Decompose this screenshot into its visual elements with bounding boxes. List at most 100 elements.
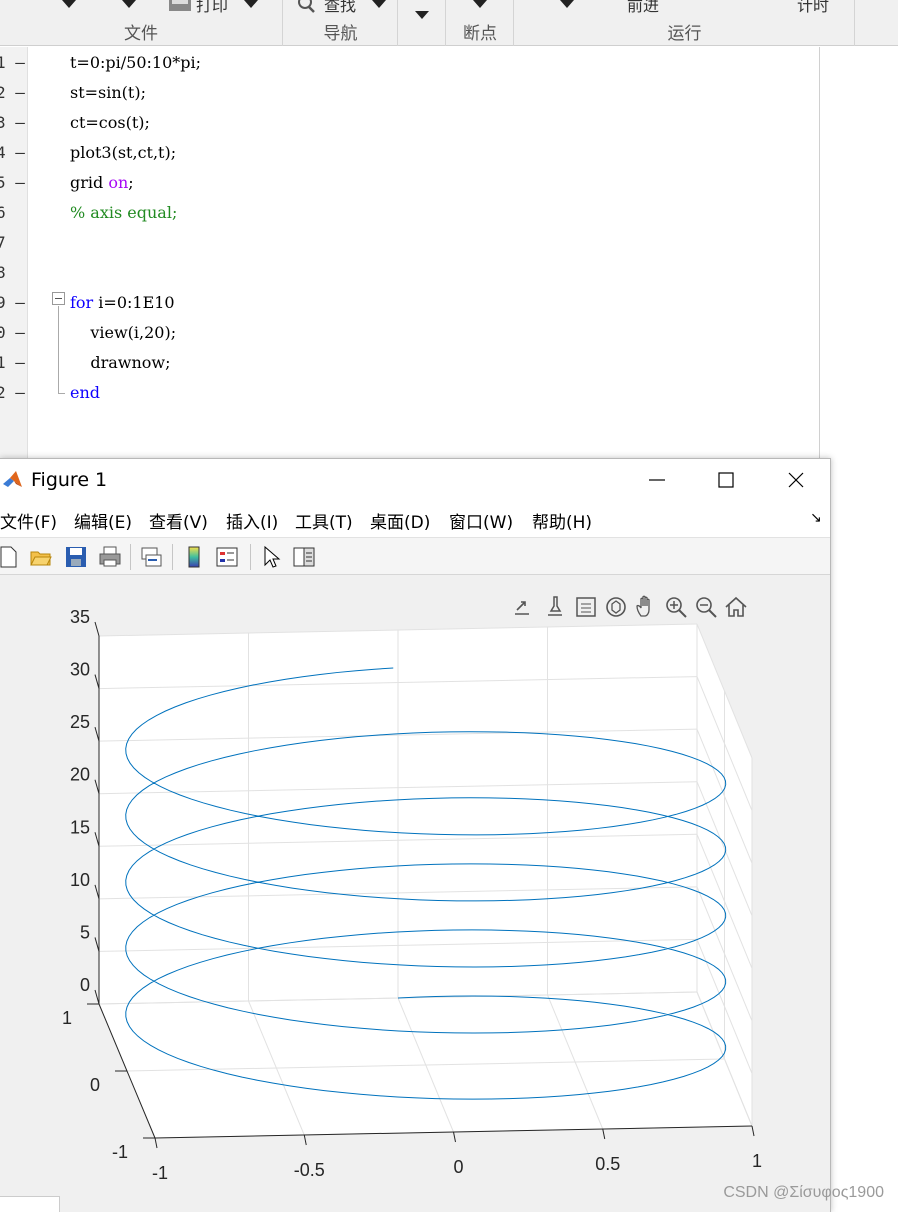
menu-window[interactable]: 窗口(W) [449, 508, 513, 533]
line-number: 0 — [0, 323, 25, 342]
line-number: 5 — [0, 173, 25, 192]
code-line[interactable]: plot3(st,ct,t); [70, 143, 176, 162]
z-tick-mark [94, 989, 100, 1005]
code-line[interactable]: view(i,20); [70, 323, 176, 342]
code-fold-toggle[interactable] [52, 292, 65, 305]
code-line[interactable]: grid on; [70, 173, 134, 192]
keyword: end [70, 383, 101, 402]
plot3-axes[interactable]: -1 -0.5 0 0.5 1-10105101520253035 [0, 576, 830, 1212]
x-tick-label: 1 [752, 1151, 762, 1171]
dropdown-arrow-icon[interactable] [244, 0, 258, 8]
run-section: 前进 计时 运行 [515, 0, 855, 46]
section-label: 导航 [323, 24, 358, 44]
file-section: 打印 文件 [0, 0, 283, 46]
line-number-gutter: 1 — 2 — 3 — 4 — 5 — 6 7 8 9 — 0 — 1 — 2 … [0, 47, 28, 467]
menu-help[interactable]: 帮助(H) [532, 508, 592, 533]
figure-toolbar [0, 537, 830, 575]
line-number: 9 — [0, 293, 25, 312]
line-number: 1 — [0, 353, 25, 372]
code-text: ; [128, 173, 134, 192]
code-line[interactable]: % axis equal; [70, 203, 177, 222]
search-icon [298, 0, 315, 13]
y-tick-label: -1 [112, 1142, 128, 1162]
menu-view[interactable]: 查看(V) [149, 508, 208, 533]
x-tick-label: -0.5 [294, 1160, 325, 1180]
maximize-button[interactable] [691, 459, 761, 501]
menu-desktop[interactable]: 桌面(D) [370, 508, 430, 533]
extra-section [399, 0, 446, 46]
menu-insert[interactable]: 插入(I) [226, 508, 278, 533]
z-tick-mark [94, 727, 100, 742]
close-button[interactable] [761, 459, 831, 501]
code-text: grid [70, 173, 109, 192]
watermark: CSDN @Σίσυφος1900 [723, 1184, 884, 1201]
code-line[interactable]: end [70, 383, 100, 402]
line-number: 3 — [0, 113, 25, 132]
line-number: 2 — [0, 83, 25, 102]
save-icon[interactable] [64, 545, 88, 569]
line-number: 4 — [0, 143, 25, 162]
dropdown-arrow-icon[interactable] [560, 0, 574, 8]
menu-edit[interactable]: 编辑(E) [74, 508, 132, 533]
dropdown-arrow-icon[interactable] [372, 0, 386, 8]
property-inspector-icon[interactable] [292, 545, 316, 569]
minimize-button[interactable] [622, 459, 692, 501]
z-tick-label: 10 [70, 870, 90, 890]
x-tick-label: -1 [152, 1163, 168, 1183]
x-tick-mark [751, 1125, 755, 1137]
fold-guide [58, 393, 65, 394]
dropdown-arrow-icon[interactable] [473, 0, 487, 8]
matlab-toolstrip: 打印 文件 查找 导航 断点 前进 计时 运行 [0, 0, 898, 46]
dropdown-arrow-icon[interactable] [415, 11, 429, 19]
figure-title-bar[interactable]: Figure 1 [0, 459, 830, 501]
section-label: 运行 [667, 24, 702, 44]
print-button[interactable]: 打印 [196, 0, 228, 16]
code-line[interactable]: drawnow; [70, 353, 171, 372]
code-line[interactable]: t=0:pi/50:10*pi; [70, 53, 201, 72]
figure-title: Figure 1 [31, 469, 108, 491]
line-number: 1 — [0, 53, 25, 72]
code-line[interactable]: for i=0:1E10 [70, 293, 175, 312]
x-tick-mark [602, 1128, 606, 1140]
line-number: 7 [0, 233, 6, 252]
menu-tools[interactable]: 工具(T) [295, 508, 353, 533]
z-tick-label: 5 [80, 922, 90, 942]
keyword: for [70, 293, 94, 312]
edit-plot-pointer-icon[interactable] [259, 545, 283, 569]
dropdown-arrow-icon[interactable] [122, 0, 136, 8]
plot-area[interactable]: -1 -0.5 0 0.5 1 -1 0 1 0 5 10 15 20 25 30 35 [0, 576, 830, 1212]
section-label: 断点 [463, 24, 497, 44]
string-literal: on [108, 173, 129, 192]
line-number: 8 [0, 263, 6, 282]
z-tick-label: 35 [70, 607, 90, 627]
find-button[interactable]: 查找 [324, 0, 356, 16]
code-text: i=0:1E10 [93, 293, 175, 312]
figure-window: Figure 1 文件(F) 编辑(E) 查看(V) 插入(I) 工具(T) 桌… [0, 458, 831, 1212]
z-tick-mark [94, 621, 100, 637]
open-file-icon[interactable] [29, 545, 53, 569]
code-text: st=sin(t); [70, 83, 146, 102]
code-text: drawnow; [70, 353, 171, 372]
printer-icon [169, 0, 191, 11]
code-text: t=0:pi/50:10*pi; [70, 53, 202, 72]
dock-arrow-icon[interactable]: ↘ [810, 510, 822, 526]
run-and-time-button[interactable]: 计时 [797, 0, 829, 16]
y-tick-label: 0 [90, 1075, 100, 1095]
toolbar-separator [172, 544, 173, 570]
link-plot-icon[interactable] [139, 545, 163, 569]
code-editor[interactable]: 1 — 2 — 3 — 4 — 5 — 6 7 8 9 — 0 — 1 — 2 … [0, 47, 820, 467]
new-figure-icon[interactable] [0, 545, 20, 569]
colorbar-icon[interactable] [182, 545, 206, 569]
code-line[interactable]: ct=cos(t); [70, 113, 150, 132]
taskbar-fragment [0, 1196, 60, 1212]
matlab-logo-icon [3, 471, 22, 487]
advance-button[interactable]: 前进 [627, 0, 659, 16]
dropdown-arrow-icon[interactable] [62, 0, 76, 8]
menu-file[interactable]: 文件(F) [0, 508, 57, 533]
z-tick-mark [94, 937, 100, 952]
code-line[interactable]: st=sin(t); [70, 83, 146, 102]
z-tick-mark [94, 832, 100, 847]
legend-icon[interactable] [215, 545, 239, 569]
print-icon[interactable] [98, 545, 122, 569]
breakpoints-section: 断点 [447, 0, 514, 46]
